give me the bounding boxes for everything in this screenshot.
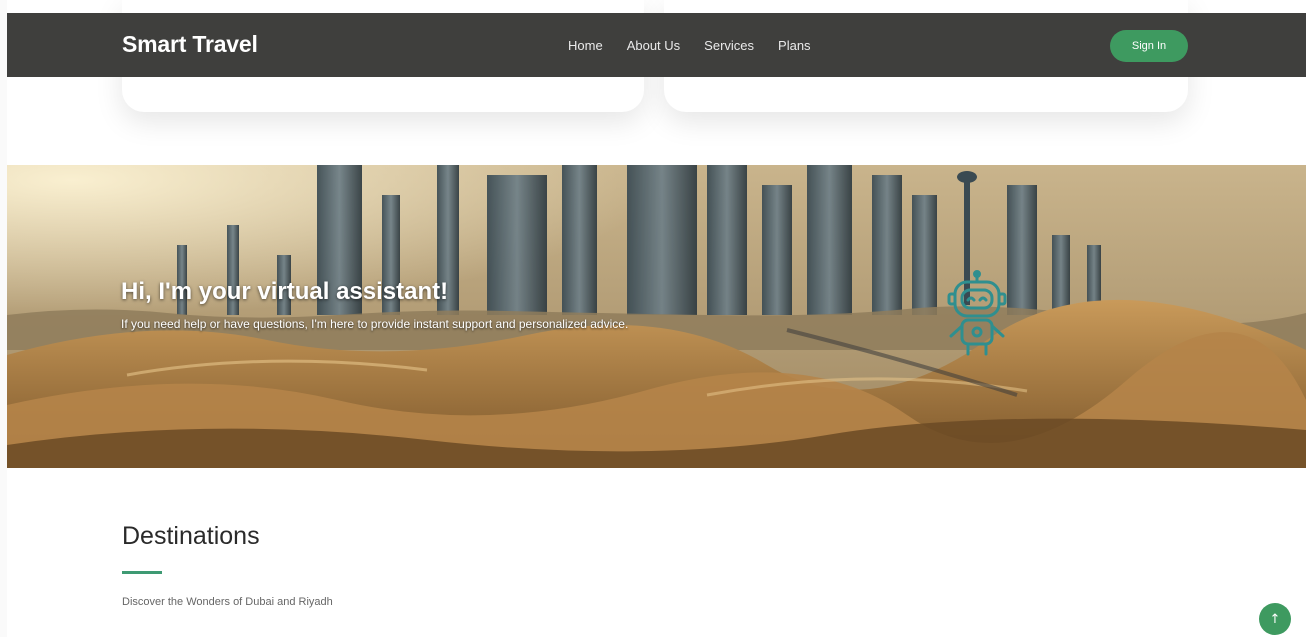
sign-in-button[interactable]: Sign In <box>1110 30 1188 62</box>
brand-logo[interactable]: Smart Travel <box>122 31 258 58</box>
destinations-subtitle: Discover the Wonders of Dubai and Riyadh <box>122 596 333 608</box>
nav-services[interactable]: Services <box>704 38 754 53</box>
assistant-heading: Hi, I'm your virtual assistant! <box>121 278 449 305</box>
nav-plans[interactable]: Plans <box>778 38 811 53</box>
assistant-description: If you need help or have questions, I'm … <box>121 317 629 331</box>
heading-underline <box>122 571 162 574</box>
left-edge-strip <box>0 0 7 637</box>
virtual-assistant-banner: Hi, I'm your virtual assistant! If you n… <box>7 165 1306 468</box>
back-to-top-button[interactable]: ↑ <box>1259 603 1291 635</box>
arrow-up-icon: ↑ <box>1269 611 1281 627</box>
nav-home[interactable]: Home <box>568 38 603 53</box>
top-navbar: Smart Travel Home About Us Services Plan… <box>7 13 1306 77</box>
robot-icon[interactable] <box>937 270 1017 360</box>
destinations-heading: Destinations <box>122 522 260 550</box>
main-nav: Home About Us Services Plans <box>568 38 811 53</box>
nav-about-us[interactable]: About Us <box>627 38 680 53</box>
